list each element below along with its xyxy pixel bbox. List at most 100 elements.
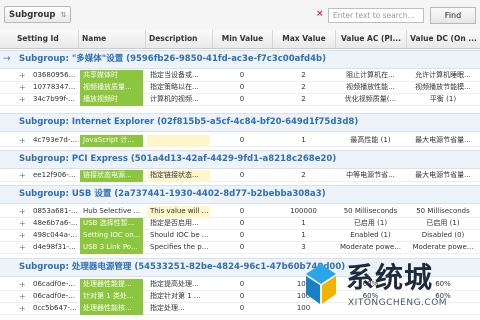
col-setting-id[interactable]: Setting Id <box>14 30 78 48</box>
expand-icon[interactable]: + <box>19 242 26 253</box>
cell-desc: 指定处理... <box>150 304 185 312</box>
cell-max: 1 <box>301 231 306 239</box>
cell-ac: 中等电源节省... <box>346 171 395 179</box>
sort-icon: ⇅ <box>60 11 67 19</box>
group-by-chip[interactable]: Subgroup ⇅ <box>4 6 71 23</box>
table-row[interactable]: + 48e6b7a6-... USB 选择性暂... 指定是否启用... 0 1… <box>0 218 480 230</box>
cell-min: 0 <box>239 136 245 144</box>
expand-icon[interactable]: + <box>19 135 26 146</box>
col-value-ac[interactable]: Value AC (Pl... <box>335 30 406 48</box>
table-row[interactable]: + 10778347... 视频播放质量... 指定策略以在... 0 2 视频… <box>0 82 480 94</box>
table-row[interactable]: + 4c793e7d-... JavaScript 计... 0 1 最高性能 … <box>0 135 480 147</box>
group-chip-label: Subgroup <box>9 10 56 20</box>
col-max-value[interactable]: Max Value <box>272 30 335 48</box>
cell-max: 1 <box>301 136 306 144</box>
cell-name: Setting IOC on... <box>80 230 143 242</box>
cell-min: 0 <box>239 292 245 300</box>
cell-max: 3 <box>301 243 306 251</box>
table-row[interactable]: + 498c044a-... Setting IOC on... Should … <box>0 230 480 242</box>
table-row[interactable]: + 03680956... 共享媒体时 指定当设备或... 0 2 阻止计算机在… <box>0 70 480 82</box>
col-min-value[interactable]: Min Value <box>212 30 272 48</box>
cell-ac: Moderate powe... <box>340 243 401 251</box>
expand-icon[interactable]: + <box>19 94 26 105</box>
cell-max: 2 <box>301 71 306 79</box>
cell-id: 48e6b7a6-... <box>33 219 78 227</box>
col-description[interactable]: Description <box>145 30 212 48</box>
cell-min: 0 <box>239 219 245 227</box>
grid-header: Setting Id Name Description Min Value Ma… <box>0 30 480 49</box>
cell-dc: 视频播放节能模... <box>415 83 471 91</box>
cell-desc: 指定针对第 1 ... <box>150 292 201 300</box>
cell-dc: Disabled (0) <box>421 231 465 239</box>
cell-name: Hub Selective ... <box>83 207 141 215</box>
cell-min: 0 <box>239 71 245 79</box>
cell-ac: 已启用 (1) <box>353 219 388 227</box>
cell-dc: 已启用 (1) <box>426 219 460 227</box>
expand-icon[interactable]: + <box>19 70 26 81</box>
expand-icon[interactable]: + <box>19 303 26 314</box>
expand-icon[interactable]: + <box>19 279 26 290</box>
cell-desc: Specifies the p... <box>150 243 209 251</box>
cell-dc: 最大电源节省量... <box>415 171 471 179</box>
cell-desc: 计算机的视频... <box>150 95 199 103</box>
cell-ac: 50 Milliseconds <box>343 207 398 215</box>
cell-id: 10778347... <box>33 83 76 91</box>
expand-icon[interactable]: + <box>19 230 26 241</box>
clear-search-icon[interactable]: × <box>316 9 324 19</box>
cell-desc: This value will ... <box>147 206 210 218</box>
cell-ac: Enabled (1) <box>350 231 391 239</box>
subgroup-row[interactable]: Subgroup: PCI Express (501a4d13-42af-442… <box>0 150 480 169</box>
cell-dc: 平衡 (1) <box>429 95 457 103</box>
table-row[interactable]: + ee12f906-... 链接状态电源... 指定链接状态... 0 2 中… <box>0 170 480 182</box>
cell-name: 处理器性能提... <box>80 279 143 291</box>
cell-id: 0853a681-... <box>33 207 78 215</box>
watermark-text: 系统城 <box>346 261 434 294</box>
cell-desc: 指定链接状态... <box>147 170 210 182</box>
cell-desc: 指定策略以在... <box>150 83 199 91</box>
cell-max: 2 <box>301 83 306 91</box>
expand-icon[interactable]: + <box>19 291 26 302</box>
cell-min: 0 <box>239 207 245 215</box>
subgroup-row[interactable]: Subgroup: USB 设置 (2a737441-1930-4402-8d7… <box>0 185 480 204</box>
expand-icon[interactable]: + <box>19 218 26 229</box>
cell-name: 播放视频时 <box>80 94 143 106</box>
cell-ac: 最高性能 (1) <box>350 136 391 144</box>
watermark-subtext: XITONGCHENG.COM <box>348 298 448 308</box>
subgroup-row[interactable]: → Subgroup: "多媒体"设置 (9596fb26-9850-41fd-… <box>0 50 480 69</box>
expand-icon[interactable]: + <box>19 206 26 217</box>
search-input[interactable]: Enter text to search... <box>328 8 424 23</box>
cell-min: 0 <box>239 280 245 288</box>
subgroup-label: Subgroup: Internet Explorer (02f815b5-a5… <box>19 117 359 127</box>
expand-icon[interactable]: + <box>19 82 26 93</box>
cell-max: 100000 <box>290 207 317 215</box>
cell-max: 2 <box>301 171 306 179</box>
col-value-dc[interactable]: Value DC (On ... <box>406 30 480 48</box>
col-name[interactable]: Name <box>78 30 145 48</box>
cell-name: 链接状态电源... <box>80 170 143 182</box>
table-row[interactable]: + d4e98f31-... USB 3 Link Po... Specifie… <box>0 242 480 254</box>
subgroup-label: Subgroup: USB 设置 (2a737441-1930-4402-8d7… <box>19 189 326 199</box>
subgroup-row[interactable]: Subgroup: Internet Explorer (02f815b5-a5… <box>0 113 480 132</box>
cell-min: 0 <box>239 243 245 251</box>
subgroup-label: Subgroup: PCI Express (501a4d13-42af-442… <box>19 154 337 164</box>
find-button[interactable]: Find <box>430 7 476 24</box>
cell-id: 03680956... <box>33 71 76 79</box>
table-row[interactable]: + 34c7b99f-... 播放视频时 计算机的视频... 0 2 优化视频质… <box>0 94 480 106</box>
cell-min: 0 <box>239 304 245 312</box>
current-row-arrow-icon: → <box>3 54 11 64</box>
cell-dc: 最大电源节省量... <box>415 136 471 144</box>
cell-id: 498c044a-... <box>33 231 78 239</box>
table-row[interactable]: + 0853a681-... Hub Selective ... This va… <box>0 206 480 218</box>
cell-min: 0 <box>239 231 245 239</box>
toolbar: Subgroup ⇅ × Enter text to search... Fin… <box>0 0 480 31</box>
cell-ac: 优化视频质量(... <box>344 95 397 103</box>
cell-dc: 允许计算机睡眠... <box>415 71 471 79</box>
cell-min: 0 <box>239 171 245 179</box>
cell-min: 0 <box>239 95 245 103</box>
cell-id: ee12f906-... <box>33 171 76 179</box>
cell-dc: Moderate powe... <box>412 243 474 251</box>
cell-id: 4c793e7d-... <box>33 136 78 144</box>
expand-icon[interactable]: + <box>19 170 26 181</box>
cell-max: 1 <box>301 219 306 227</box>
cell-desc: 指定提高处理... <box>150 280 199 288</box>
